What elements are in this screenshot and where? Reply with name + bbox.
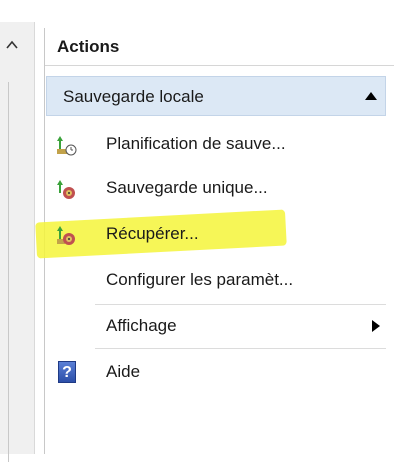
section-header-sauvegarde-locale[interactable]: Sauvegarde locale <box>46 76 386 116</box>
left-pane <box>0 22 35 462</box>
backup-schedule-icon <box>57 136 77 156</box>
help-icon: ? <box>58 361 76 383</box>
action-label: Affichage <box>106 316 177 335</box>
actions-title: Actions <box>57 37 120 56</box>
action-recuperer[interactable]: Récupérer... <box>35 209 386 259</box>
chevron-up-icon[interactable] <box>6 40 18 50</box>
triangle-up-icon[interactable] <box>365 92 377 100</box>
chevron-right-icon <box>372 320 380 332</box>
action-label: Planification de sauve... <box>106 134 286 153</box>
action-label: Aide <box>106 362 141 381</box>
menu-separator <box>95 348 386 349</box>
action-affichage[interactable]: Affichage <box>46 306 386 346</box>
left-pane-divider <box>8 82 9 462</box>
action-label: Configurer les paramèt... <box>106 270 294 289</box>
top-strip <box>0 0 394 22</box>
actions-header: Actions <box>45 28 394 66</box>
action-label: Récupérer... <box>106 224 199 243</box>
action-sauvegarde-unique[interactable]: Sauvegarde unique... <box>46 168 386 208</box>
backup-once-icon <box>57 180 75 199</box>
menu-separator <box>95 304 386 305</box>
section-label: Sauvegarde locale <box>63 87 204 106</box>
actions-pane: Actions Sauvegarde locale Planification … <box>35 28 394 454</box>
action-aide[interactable]: ? Aide <box>46 352 386 392</box>
recover-icon <box>57 226 75 245</box>
action-label: Sauvegarde unique... <box>106 178 268 197</box>
action-configurer[interactable]: Configurer les paramèt... <box>46 260 386 300</box>
action-planification[interactable]: Planification de sauve... <box>46 124 386 164</box>
